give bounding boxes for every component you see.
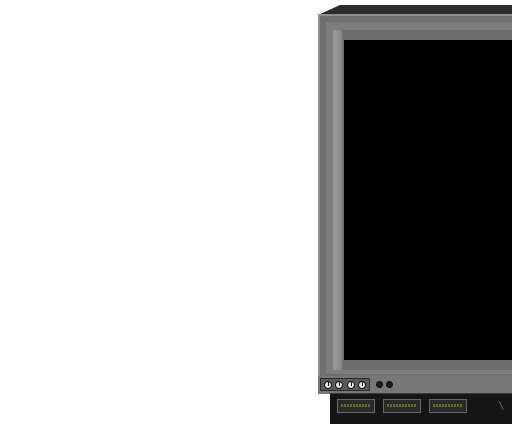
knob-icon[interactable] [323, 380, 332, 389]
drive-bay[interactable] [383, 399, 421, 413]
scene: \ [0, 0, 512, 424]
monitor-screen[interactable] [344, 40, 512, 360]
led-icon [386, 381, 393, 388]
knob-icon[interactable] [358, 380, 367, 389]
knob-group [320, 378, 370, 391]
knob-icon[interactable] [335, 380, 344, 389]
drive-bay[interactable] [429, 399, 467, 413]
knob-icon[interactable] [346, 380, 355, 389]
corner-glyph: \ [498, 399, 505, 412]
led-icon [376, 381, 383, 388]
drive-bay[interactable] [337, 399, 375, 413]
